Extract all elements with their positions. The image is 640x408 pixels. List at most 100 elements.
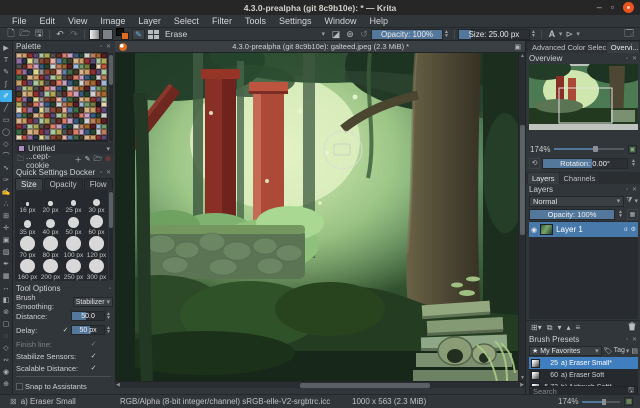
tool-line[interactable]: ╱ (0, 102, 12, 114)
minimize-button[interactable]: – (597, 0, 602, 15)
mirror-icon[interactable]: 𝐀 (545, 29, 559, 40)
new-document-icon[interactable]: 🗋 (4, 26, 18, 42)
brush-size-250[interactable]: 250 px (62, 258, 85, 281)
edit-palette-icon[interactable]: ✎ (85, 155, 91, 166)
docker-tab-layers[interactable]: Layers (528, 173, 559, 184)
docker-float-close-icons[interactable]: ▫ ✕ (100, 169, 112, 176)
wrap-around-icon[interactable]: ⊳ (562, 29, 576, 40)
menu-edit[interactable]: Edit (34, 16, 62, 26)
tool-crop[interactable]: ▣ (0, 234, 12, 246)
pattern-chooser[interactable] (102, 28, 113, 40)
tool-color-sampler[interactable]: ✒ (0, 258, 12, 270)
size-spinner[interactable]: ▲ ▼ (531, 30, 536, 39)
tool-calligraphy[interactable]: ∫ (0, 78, 12, 90)
wrap-options-icon[interactable]: ▾ (576, 30, 580, 38)
foreground-background-colors[interactable] (116, 28, 129, 40)
palette-swatch[interactable] (101, 134, 107, 140)
canvas-subwindow-titlebar[interactable]: 4.3.0-prealpha (git 8c9b10e): galteed.jp… (115, 41, 525, 53)
add-swatch-icon[interactable]: ＋ (75, 155, 82, 166)
canvas[interactable] (115, 53, 518, 381)
blending-mode-combo[interactable]: Erase ▾ (161, 28, 329, 40)
save-icon[interactable]: 🖫 (32, 26, 46, 42)
menu-view[interactable]: View (62, 16, 93, 26)
menu-settings[interactable]: Settings (273, 16, 318, 26)
finish-line-checkbox[interactable]: ✓ (90, 341, 97, 348)
brush-size-200[interactable]: 200 px (39, 258, 62, 281)
preserve-alpha-icon[interactable]: ⊛ (343, 29, 357, 40)
blend-mode-combo[interactable]: Normal ▾ (529, 195, 625, 207)
tool-move[interactable]: ✛ (0, 222, 12, 234)
load-palette-icon[interactable]: 🗁 (93, 155, 102, 166)
tool-freehand-path[interactable]: ✑ (0, 174, 12, 186)
eraser-mode-icon[interactable]: ◪ (329, 29, 343, 40)
brush-size-300[interactable]: 300 px (85, 258, 108, 281)
edit-brush-settings-icon[interactable]: ✎ (132, 28, 145, 40)
menu-tools[interactable]: Tools (239, 16, 272, 26)
tool-transform[interactable]: ⊞ (0, 210, 12, 222)
reload-preset-icon[interactable]: ↺ (357, 29, 371, 40)
tool-ellipse[interactable]: ◯ (0, 126, 12, 138)
delay-checkbox[interactable]: ✓ (62, 327, 69, 334)
layer-properties-icon[interactable]: ⚙ (631, 226, 636, 233)
add-layer-icon[interactable]: ⊞▾ (531, 323, 542, 332)
stabilize-sensors-checkbox[interactable]: ✓ (90, 353, 97, 360)
tool-dynamic-brush[interactable]: ✍ (0, 186, 12, 198)
docker-tab-overview[interactable]: Overvi... (606, 42, 639, 53)
size-grid-scrollbar[interactable] (109, 191, 113, 280)
scalable-distance-checkbox[interactable]: ✓ (90, 365, 97, 372)
tool-edit-shapes[interactable]: ✎ (0, 66, 12, 78)
tool-select-shapes[interactable]: ▶ (0, 42, 12, 54)
open-document-icon[interactable]: 🗁 (18, 26, 32, 42)
tool-select-rectangular[interactable]: ▢ (0, 318, 12, 330)
delay-spinbox[interactable]: 50 px (71, 325, 106, 335)
tool-pattern-edit[interactable]: ▦ (0, 270, 12, 282)
quick-settings-tab-opacity[interactable]: Opacity (43, 178, 83, 190)
docker-float-close-icons[interactable]: ▫ ✕ (626, 336, 638, 343)
tool-select-polygonal[interactable]: ◇ (0, 342, 12, 354)
overview-zoom-slider[interactable] (554, 146, 624, 152)
move-layer-up-icon[interactable]: ▴ (566, 323, 570, 332)
brush-size-35[interactable]: 35 px (16, 214, 39, 236)
menu-window[interactable]: Window (318, 16, 362, 26)
menu-file[interactable]: File (6, 16, 33, 26)
tool-text[interactable]: T (0, 54, 12, 66)
statusbar-zoom-slider[interactable] (582, 398, 621, 405)
brush-size-25[interactable]: 25 px (62, 191, 85, 214)
brush-size-40[interactable]: 40 px (39, 214, 62, 236)
brush-size-120[interactable]: 120 px (85, 236, 108, 259)
tool-polygon[interactable]: ◇ (0, 138, 12, 150)
menu-filter[interactable]: Filter (206, 16, 238, 26)
snap-to-assistants-checkbox[interactable] (16, 382, 23, 390)
docker-float-close-icons[interactable]: ▫ ✕ (626, 55, 638, 62)
chevron-down-icon[interactable]: ▾ (634, 197, 638, 205)
palette-color-grid[interactable] (16, 53, 107, 141)
brush-size-50[interactable]: 50 px (62, 214, 85, 236)
delete-swatch-icon[interactable]: ⊘ (105, 155, 111, 166)
tag-toggle[interactable]: 🏷 Tag ▾ (604, 347, 630, 355)
tool-assistants[interactable]: ⊚ (0, 306, 12, 318)
brush-preset-row[interactable]: 60 a) Eraser Soft (529, 369, 638, 381)
zoom-to-fit-icon[interactable]: ▣ (628, 144, 637, 154)
brush-size-20[interactable]: 20 px (39, 191, 62, 214)
brush-preset-row[interactable]: 25 a) Eraser Small* (529, 357, 638, 369)
move-layer-down-icon[interactable]: ▾ (557, 323, 561, 332)
window-titlebar[interactable]: 4.3.0-prealpha (git 8c9b10e): * — Krita … (0, 0, 640, 15)
canvas-horizontal-scrollbar[interactable]: ◀ ▶ (115, 381, 525, 388)
tool-polyline[interactable]: ⌒ (0, 150, 12, 162)
subwindow-maximize-icon[interactable]: ▣ (514, 43, 521, 51)
redo-icon[interactable]: ↷ (67, 29, 81, 40)
quick-settings-tab-flow[interactable]: Flow (83, 178, 113, 190)
docker-tab-channels[interactable]: Channels (559, 173, 600, 184)
layer-filter-icon[interactable]: ⧩ (626, 197, 632, 205)
tool-select-freehand[interactable]: ∾ (0, 354, 12, 366)
tool-measure[interactable]: ↔ (0, 282, 12, 294)
menu-image[interactable]: Image (94, 16, 131, 26)
brush-size-160[interactable]: 160 px (16, 258, 39, 281)
layer-alpha-icon[interactable]: α (624, 227, 627, 233)
tool-rectangle[interactable]: ▭ (0, 114, 12, 126)
tool-select-elliptical[interactable]: ◌ (0, 330, 12, 342)
delete-layer-icon[interactable] (628, 322, 636, 333)
palette-scrollbar[interactable] (109, 53, 113, 141)
tool-zoom[interactable]: ⊕ (0, 378, 12, 390)
brush-size-70[interactable]: 70 px (16, 236, 39, 259)
